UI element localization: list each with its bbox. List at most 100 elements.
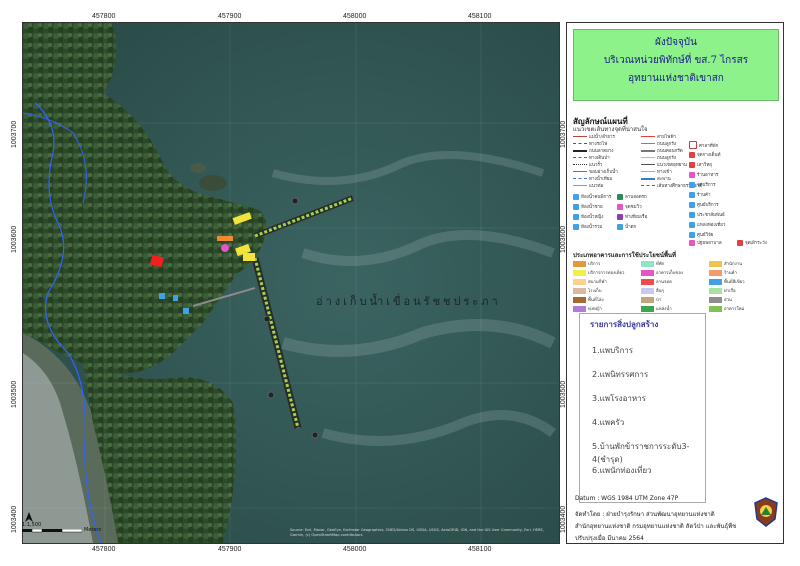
legend-icon-item: ร้านค้า — [689, 191, 711, 198]
landuse-color-box — [709, 278, 722, 285]
toilet-disabled-icon — [573, 193, 579, 200]
legend-icon-item: ลานจอดรถ — [617, 193, 647, 200]
agency-logo — [753, 497, 779, 527]
radio-tower-icon — [689, 161, 695, 168]
facility-item: 1.แพบริการ — [592, 346, 634, 355]
scale-unit: Meters — [84, 527, 102, 533]
scale-text: 1:1,500 — [22, 522, 42, 528]
toilet-icon — [159, 293, 165, 299]
facilities-box: รายการสิ่งปลูกสร้าง 1.แพบริการ 2.แพนิทรร… — [579, 313, 706, 503]
legend-icon-item: ประชาสัมพันธ์ — [689, 211, 725, 218]
legend-line-item: ถนนลาดยาง — [573, 147, 613, 154]
service-center-icon — [689, 201, 695, 208]
legend-icon-item: ศูนย์วิจัย — [689, 231, 713, 238]
legend-icon-item: ห้องน้ำคนพิการ — [573, 193, 611, 200]
y-tick-left: 1003700 — [11, 120, 18, 148]
landuse-color-box — [709, 287, 722, 294]
north-arrow-icon — [22, 512, 36, 522]
landuse-color-box — [573, 269, 586, 276]
landuse-label: พื้นที่โล่ง — [588, 298, 604, 303]
legend-line-item: ทางเดินป่า — [573, 154, 610, 161]
legend-icon-item: ศาลาที่พัก — [689, 141, 718, 149]
service-point-icon — [689, 181, 695, 188]
landuse-swatch: อาคารเก็บของ — [641, 269, 683, 276]
landuse-color-box — [573, 296, 586, 303]
parking-icon — [617, 193, 623, 200]
shop-icon — [689, 191, 695, 198]
title-line1: ผังปัจจุบัน — [655, 37, 697, 48]
legend-icon-item: จุดเฝ้าระวัง — [737, 239, 767, 246]
pavilion-icon — [689, 141, 697, 149]
satellite-map[interactable] — [23, 23, 559, 543]
facility-item: 6.แพนักท่องเที่ยว — [592, 466, 652, 475]
x-tick-top: 457800 — [92, 13, 116, 20]
legend-icon-item: ปฐมพยาบาล — [689, 239, 722, 246]
buoy — [291, 197, 299, 205]
legend-icon-item: จุดบริการ — [689, 181, 716, 188]
landuse-swatch: บริการการท่องเที่ยว — [573, 269, 624, 276]
landuse-label: ที่พัก — [656, 262, 665, 267]
landuse-label: อาคารเก็บของ — [656, 271, 684, 276]
landuse-label: พื้นที่สีเขียว — [724, 280, 745, 285]
landuse-label: สำนักงาน — [724, 262, 743, 267]
landuse-label: ลานจอด — [656, 280, 672, 285]
restaurant-icon — [689, 171, 695, 178]
landuse-color-box — [641, 287, 654, 294]
legend-line-item: แนวเขตอุทยาน — [641, 161, 687, 168]
landuse-swatch: อื่นๆ — [641, 287, 664, 294]
landuse-swatch: ร้านค้า — [709, 269, 737, 276]
landuse-label: โรงเก็บ — [588, 289, 602, 294]
research-icon — [689, 231, 695, 238]
landuse-color-box — [709, 260, 722, 267]
landuse-swatch: บริการ — [573, 260, 600, 267]
landuse-label: ร้านค้า — [724, 271, 737, 276]
legend-line-item: ถนนลูกรัง — [641, 140, 676, 147]
map-frame[interactable] — [22, 22, 560, 544]
landuse-swatch: ลานจอด — [641, 278, 672, 285]
lake-label: อ่างเก็บน้ำเขื่อนรัชชประภา — [316, 295, 501, 308]
x-tick-bottom: 457900 — [218, 546, 242, 553]
watch-icon — [737, 239, 743, 246]
landuse-label: อื่นๆ — [656, 289, 664, 294]
waterfall-icon — [617, 223, 623, 230]
legend-line-item: แนวรั้ว — [573, 161, 602, 168]
legend-line-item: ทางรถไฟ — [573, 140, 607, 147]
legend-icon-item: จุดกางเต็นท์ — [689, 151, 721, 158]
legend-panel: ผังปัจจุบัน บริเวณหน่วยพิทักษ์ที่ ขส.7 ไ… — [566, 22, 784, 544]
x-tick-bottom: 458000 — [343, 546, 367, 553]
landuse-color-box — [709, 269, 722, 276]
landuse-color-box — [573, 278, 586, 285]
toilet-icon — [573, 223, 579, 230]
legend-line-item: แม่น้ำ/ลำธาร — [573, 133, 615, 140]
landuse-swatch: สวน — [709, 296, 732, 303]
facility-item: 2.แพนิทรรศการ — [592, 370, 649, 379]
legend-icon-item: ห้องน้ำชาย — [573, 203, 603, 210]
landuse-swatch: ท่าเรือ — [709, 287, 736, 294]
x-tick-top: 458000 — [343, 13, 367, 20]
landuse-swatch: สนามกีฬา — [573, 278, 607, 285]
attraction-icon — [689, 221, 695, 228]
landuse-swatch: ที่พัก — [641, 260, 664, 267]
facilities-section: รายการสิ่งปลูกสร้าง 1.แพบริการ 2.แพนิทรร… — [573, 309, 777, 509]
viewpoint-icon — [617, 203, 623, 210]
x-tick-bottom: 457800 — [92, 546, 116, 553]
facility-item: 3.แพโรงอาหาร — [592, 394, 646, 403]
landuse-swatch: โรงเก็บ — [573, 287, 602, 294]
landuse-label: สนามกีฬา — [588, 280, 607, 285]
toilet-male-icon — [573, 203, 579, 210]
datum-text: Datum : WGS 1984 UTM Zone 47P — [575, 495, 679, 502]
landuse-label: ท่าเรือ — [724, 289, 736, 294]
legend-line-item: ทางเข้า — [641, 168, 672, 175]
landuse-swatch: พื้นที่โล่ง — [573, 296, 604, 303]
landuse-label: สวน — [724, 298, 732, 303]
title-box: ผังปัจจุบัน บริเวณหน่วยพิทักษ์ที่ ขส.7 ไ… — [573, 29, 779, 101]
building-kitchen — [217, 236, 233, 241]
landuse-label: ป่า — [656, 298, 662, 303]
restaurant-icon — [221, 244, 229, 252]
facility-item: 5.บ้านพักข้าราชการระดับ3-4(ชำรุด) — [592, 442, 690, 464]
x-tick-bottom: 458100 — [468, 546, 492, 553]
pier-icon — [617, 213, 623, 220]
landuse-color-box — [573, 260, 586, 267]
legend-icon-item: ห้องน้ำรวม — [573, 223, 602, 230]
landuse-color-box — [573, 287, 586, 294]
